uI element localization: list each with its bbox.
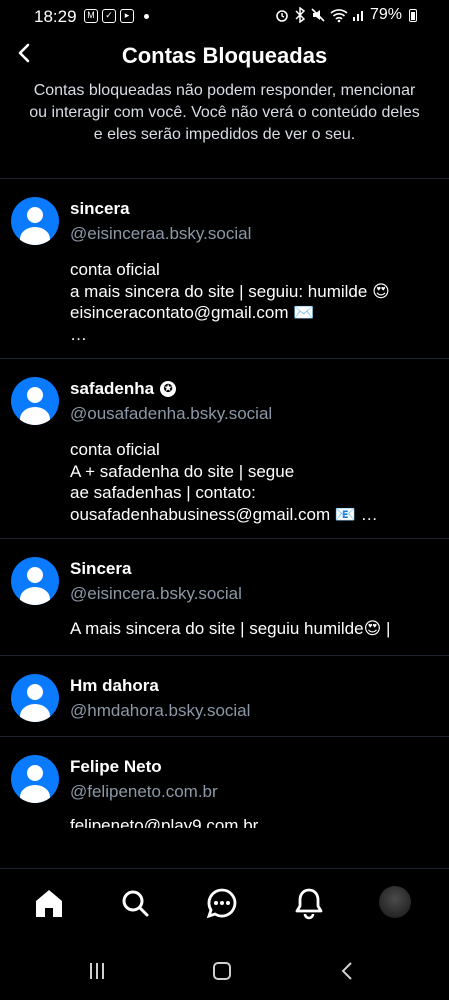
account-handle: @eisinceraa.bsky.social [70,224,252,243]
account-handle: @ousafadenha.bsky.social [70,404,273,423]
profile-avatar[interactable] [379,886,411,918]
account-name: Sincera [70,559,132,578]
home-icon[interactable] [31,885,67,921]
signal-icon [352,11,363,21]
verified-star-icon: ✪ [160,381,177,397]
status-bar: 18:29 M ✓ ▸ 79% [0,0,449,34]
avatar[interactable] [11,674,59,722]
home-button-icon[interactable] [213,962,231,980]
account-row[interactable]: Sincera @eisincera.bsky.social A mais si… [0,538,449,655]
account-row[interactable]: safadenha ✪ @ousafadenha.bsky.social con… [0,358,449,538]
account-handle: @eisincera.bsky.social [70,584,242,603]
bell-icon[interactable] [291,885,327,921]
more-notifications-icon [144,13,149,19]
search-icon[interactable] [117,885,153,921]
check-icon: ✓ [102,9,116,23]
account-bio: felipeneto@play9.com.br [70,816,259,828]
account-name: safadenha ✪ [70,379,177,399]
header: Contas Bloqueadas [0,34,449,76]
account-row[interactable]: Hm dahora @hmdahora.bsky.social [0,655,449,736]
gmail-icon: M [84,9,98,23]
avatar[interactable] [11,755,59,803]
account-handle: @felipeneto.com.br [70,782,218,801]
account-handle: @hmdahora.bsky.social [70,701,251,720]
blocked-accounts-list: sincera @eisinceraa.bsky.social conta of… [0,178,449,828]
chat-icon[interactable] [204,885,240,921]
account-name: Hm dahora [70,676,159,695]
avatar[interactable] [11,197,59,245]
page-description: Contas bloqueadas não podem responder, m… [29,82,420,143]
account-name: sincera [70,199,130,218]
youtube-icon: ▸ [120,9,134,23]
account-row[interactable]: sincera @eisinceraa.bsky.social conta of… [0,178,449,358]
notification-icons: M ✓ ▸ [84,9,149,23]
system-back-icon[interactable] [340,962,354,980]
account-name: Felipe Neto [70,757,162,776]
alarm-icon [276,10,288,22]
bottom-nav [0,868,449,941]
battery-icon [409,8,417,22]
page-title: Contas Bloqueadas [121,43,328,68]
avatar[interactable] [11,377,59,425]
account-bio: A mais sincera do site | seguiu humilde😍… [70,619,391,638]
wifi-icon [330,9,348,23]
status-time: 18:29 [34,7,77,26]
account-row[interactable]: Felipe Neto @felipeneto.com.br felipenet… [0,736,449,828]
mute-icon [311,8,325,22]
battery-percent: 79% [369,6,402,23]
recent-apps-icon[interactable] [88,962,106,980]
system-icons: 79% [274,6,417,24]
bluetooth-icon [295,7,306,23]
account-bio: conta oficial A + safadenha do site | se… [70,440,378,524]
avatar[interactable] [11,557,59,605]
account-bio: conta oficial a mais sincera do site | s… [70,260,390,344]
android-nav-bar [0,940,449,1000]
